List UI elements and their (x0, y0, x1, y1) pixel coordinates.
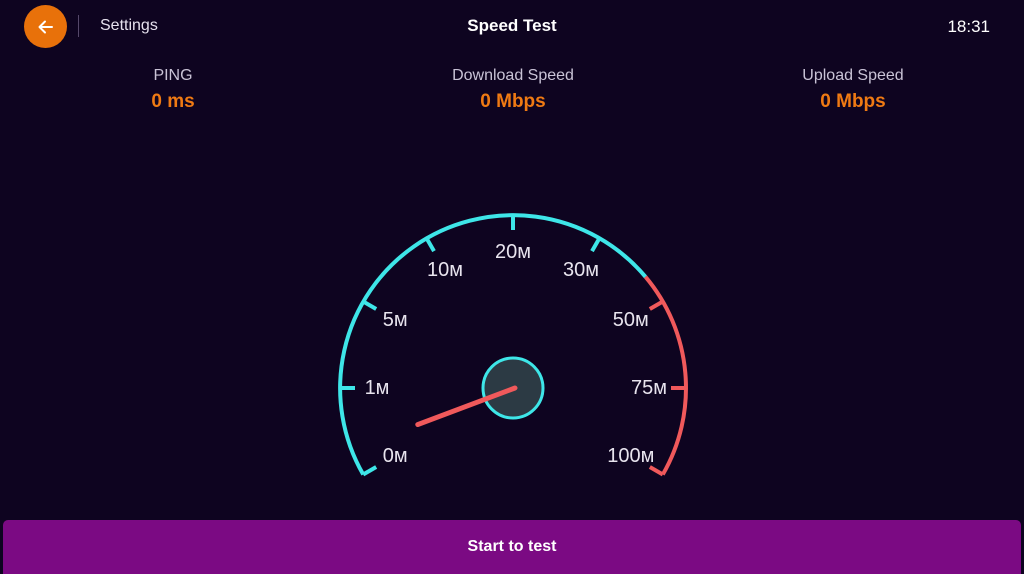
gauge-tick (648, 465, 664, 477)
gauge-tick-label: 1м (365, 377, 390, 399)
speed-gauge: 0м 1м 5м 10м 20м 30м 50м 75м 100м (338, 213, 688, 477)
gauge-tick (362, 465, 378, 477)
gauge-tick-label: 100м (607, 445, 654, 467)
gauge-tick-label: 30м (563, 259, 599, 281)
gauge-tick-label: 10м (427, 259, 463, 281)
gauge-arc-normal (338, 213, 648, 476)
start-test-button[interactable]: Start to test (3, 520, 1021, 574)
gauge-tick (362, 299, 378, 311)
gauge-tick-label: 5м (383, 309, 408, 331)
gauge-tick (648, 299, 664, 311)
gauge-tick-label: 0м (383, 445, 408, 467)
gauge-tick (424, 237, 436, 253)
gauge-tick (590, 237, 602, 253)
gauge-tick-label: 50м (613, 309, 649, 331)
gauge-tick-label: 75м (631, 377, 667, 399)
gauge-tick-label: 20м (495, 241, 531, 263)
